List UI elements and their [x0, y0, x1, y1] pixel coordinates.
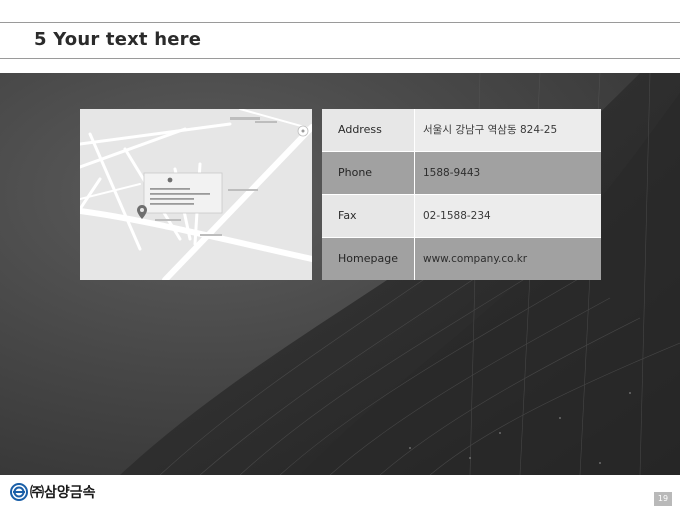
column-divider: [414, 109, 415, 280]
company-logo-icon: [10, 483, 28, 501]
company-logo: ㈜ 삼양금속: [10, 482, 96, 502]
table-row-fax: Fax 02-1588-234: [322, 195, 601, 237]
phone-value: 1588-9443: [415, 152, 601, 194]
table-row-phone: Phone 1588-9443: [322, 152, 601, 194]
phone-label: Phone: [322, 152, 414, 194]
title-rule: [0, 58, 680, 59]
location-map[interactable]: [80, 109, 312, 280]
table-row-homepage: Homepage www.company.co.kr: [322, 238, 601, 280]
homepage-link[interactable]: www.company.co.kr: [415, 238, 601, 280]
homepage-label: Homepage: [322, 238, 414, 280]
logo-mark: ㈜: [30, 485, 44, 501]
logo-name: 삼양금속: [44, 485, 96, 501]
page-title: 5 Your text here: [34, 29, 202, 50]
page-number: 19: [654, 492, 672, 506]
fax-value: 02-1588-234: [415, 195, 601, 237]
map-pin-icon: [137, 205, 147, 219]
fax-label: Fax: [322, 195, 414, 237]
map-drawing: [80, 109, 312, 280]
address-value: 서울시 강남구 역삼동 824-25: [415, 109, 601, 151]
contact-table: Address 서울시 강남구 역삼동 824-25 Phone 1588-94…: [322, 109, 601, 280]
table-row-address: Address 서울시 강남구 역삼동 824-25: [322, 109, 601, 151]
address-label: Address: [322, 109, 414, 151]
top-rule: [0, 22, 680, 23]
